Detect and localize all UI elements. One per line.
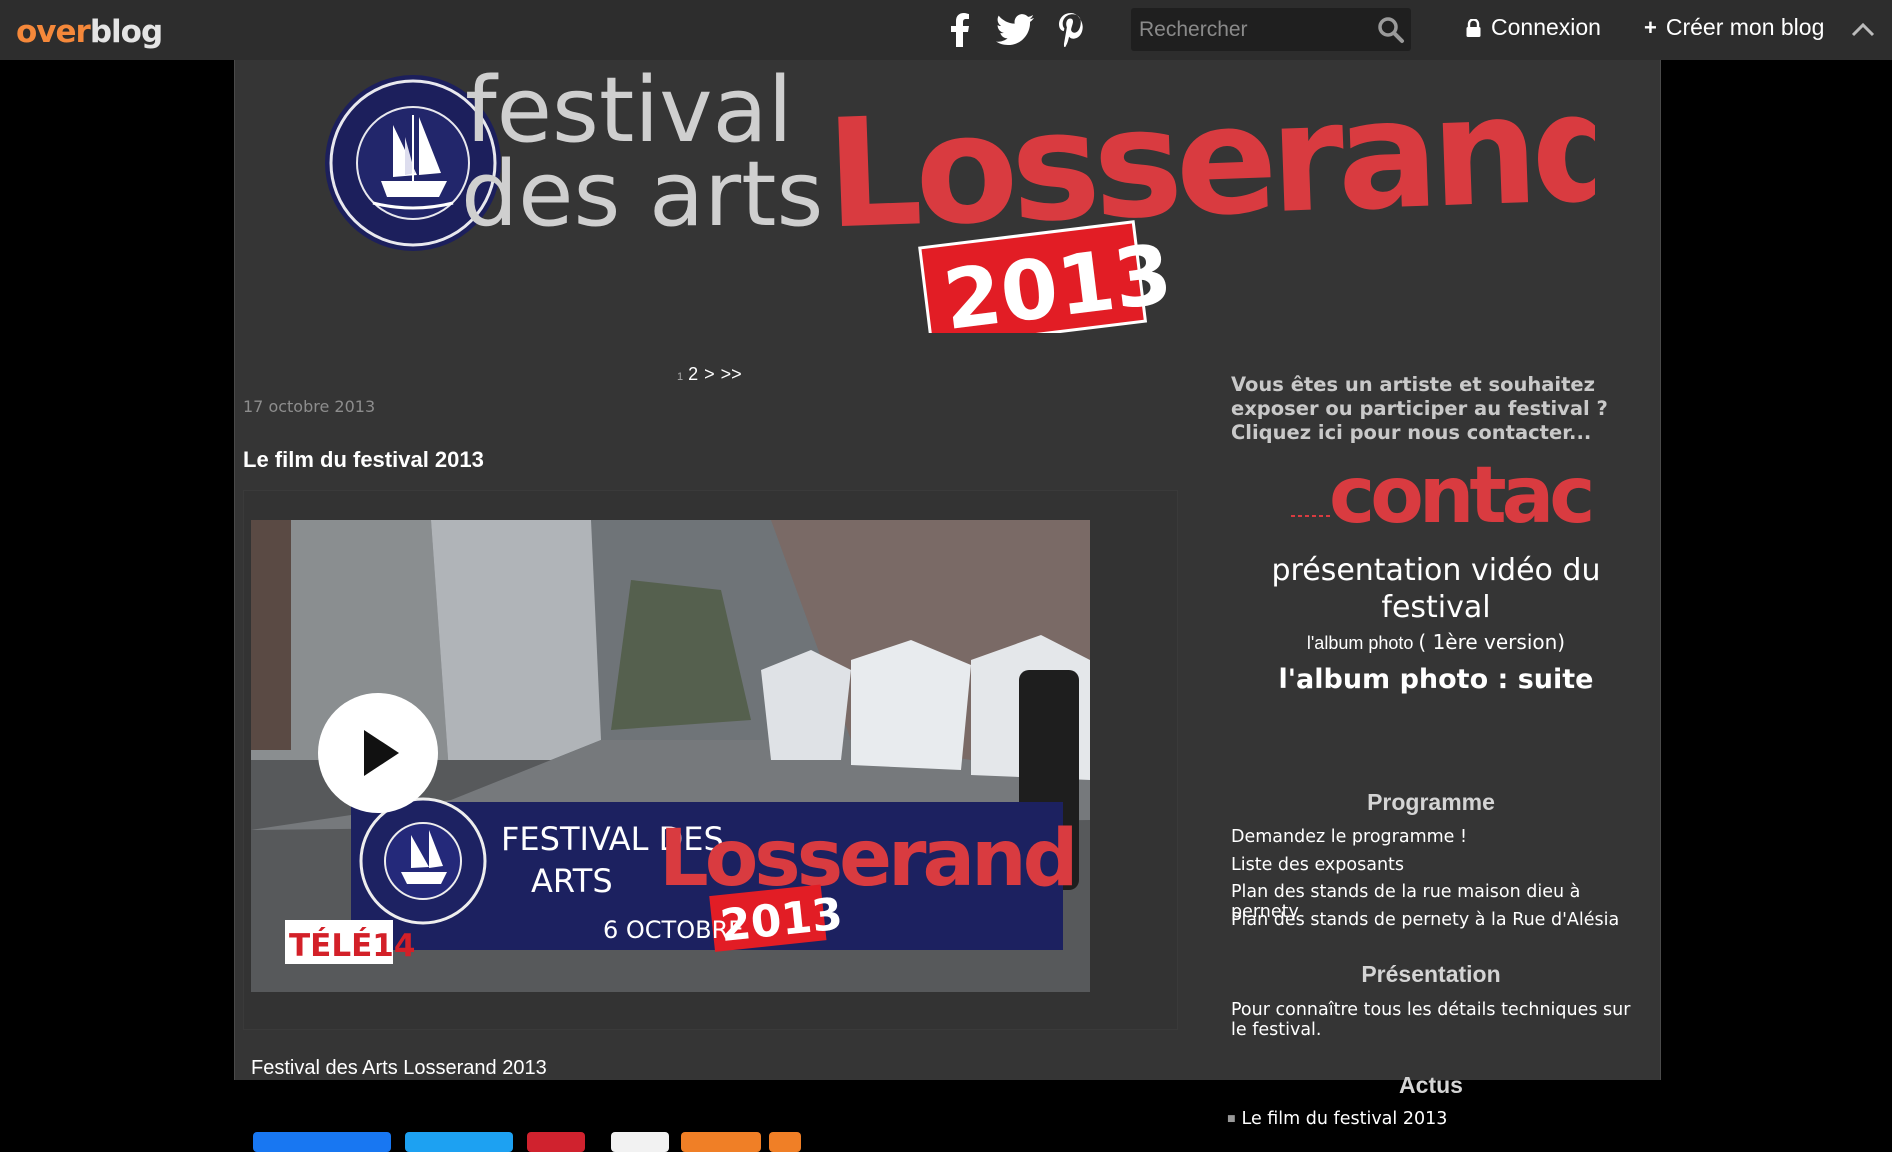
artist-contact-text[interactable]: Vous êtes un artiste et souhaitez expose… — [1231, 373, 1641, 445]
actus-heading: Actus — [1399, 1072, 1463, 1098]
share-pinterest-button[interactable] — [527, 1132, 585, 1152]
share-email-button[interactable] — [611, 1132, 669, 1152]
festival-banner[interactable]: festival des arts Losserand 2013 — [315, 58, 1634, 349]
post-title[interactable]: Le film du festival 2013 — [243, 447, 484, 473]
pinterest-icon[interactable] — [1056, 8, 1086, 52]
share-facebook-button[interactable] — [253, 1132, 391, 1152]
twitter-icon[interactable] — [994, 8, 1036, 52]
search-icon[interactable] — [1377, 16, 1405, 49]
login-label: Connexion — [1491, 14, 1601, 40]
album-photo-link[interactable]: l'album photo ( 1ère version) — [1231, 630, 1641, 654]
login-link[interactable]: Connexion — [1466, 14, 1601, 41]
lock-icon — [1466, 18, 1481, 37]
actus-item[interactable]: ■ Le film du festival 2013 — [1227, 1109, 1447, 1129]
pagination-page-2[interactable]: 2 — [688, 364, 698, 385]
svg-text:des arts: des arts — [461, 142, 823, 247]
overblog-logo[interactable]: overblog — [16, 14, 163, 50]
svg-text:ARTS: ARTS — [531, 862, 613, 900]
video-caption: Festival des Arts Losserand 2013 — [251, 1057, 547, 1079]
create-blog-label: Créer mon blog — [1665, 14, 1825, 40]
create-blog-link[interactable]: + Créer mon blog — [1644, 14, 1824, 41]
video-player[interactable]: FESTIVAL DES ARTS Losserand 2013 6 OCTOB… — [251, 520, 1090, 992]
video-presentation-link[interactable]: présentation vidéo du festival — [1231, 552, 1641, 626]
programme-link[interactable]: Liste des exposants — [1231, 855, 1404, 875]
programme-link[interactable]: Plan des stands de pernety à la Rue d'Al… — [1231, 910, 1619, 930]
top-bar: overblog Connexion + Créer mon blog — [0, 0, 1892, 60]
pagination-next[interactable]: > — [704, 364, 715, 385]
share-twitter-button[interactable] — [405, 1132, 513, 1152]
svg-text:TÉLÉ14: TÉLÉ14 — [289, 928, 415, 964]
contact-image[interactable]: contact — [1291, 451, 1632, 545]
album-photo-suite-link[interactable]: l'album photo : suite — [1231, 664, 1641, 695]
pagination: 1 2 > >> — [677, 364, 748, 385]
programme-heading: Programme — [1367, 789, 1495, 815]
presentation-heading: Présentation — [1361, 961, 1501, 987]
svg-text:6 OCTOBRE: 6 OCTOBRE — [603, 916, 743, 944]
search-box[interactable] — [1131, 8, 1411, 51]
pagination-current: 1 — [677, 371, 684, 383]
share-rss-button[interactable] — [681, 1132, 761, 1152]
post-date: 17 octobre 2013 — [243, 397, 376, 416]
facebook-icon[interactable] — [948, 8, 972, 52]
play-icon[interactable] — [318, 693, 438, 813]
blog-page: festival des arts Losserand 2013 1 2 > >… — [234, 58, 1661, 1152]
svg-text:contact: contact — [1329, 460, 1591, 540]
svg-text:Losserand: Losserand — [823, 63, 1595, 263]
plus-icon: + — [1644, 14, 1657, 40]
programme-link[interactable]: Demandez le programme ! — [1231, 827, 1467, 847]
search-input[interactable] — [1131, 8, 1366, 51]
pagination-last[interactable]: >> — [721, 364, 742, 385]
svg-text:Losserand: Losserand — [659, 814, 1075, 904]
presentation-link[interactable]: Pour connaître tous les détails techniqu… — [1231, 1000, 1641, 1040]
chevron-up-icon[interactable] — [1850, 17, 1876, 48]
share-more-button[interactable] — [769, 1132, 801, 1152]
